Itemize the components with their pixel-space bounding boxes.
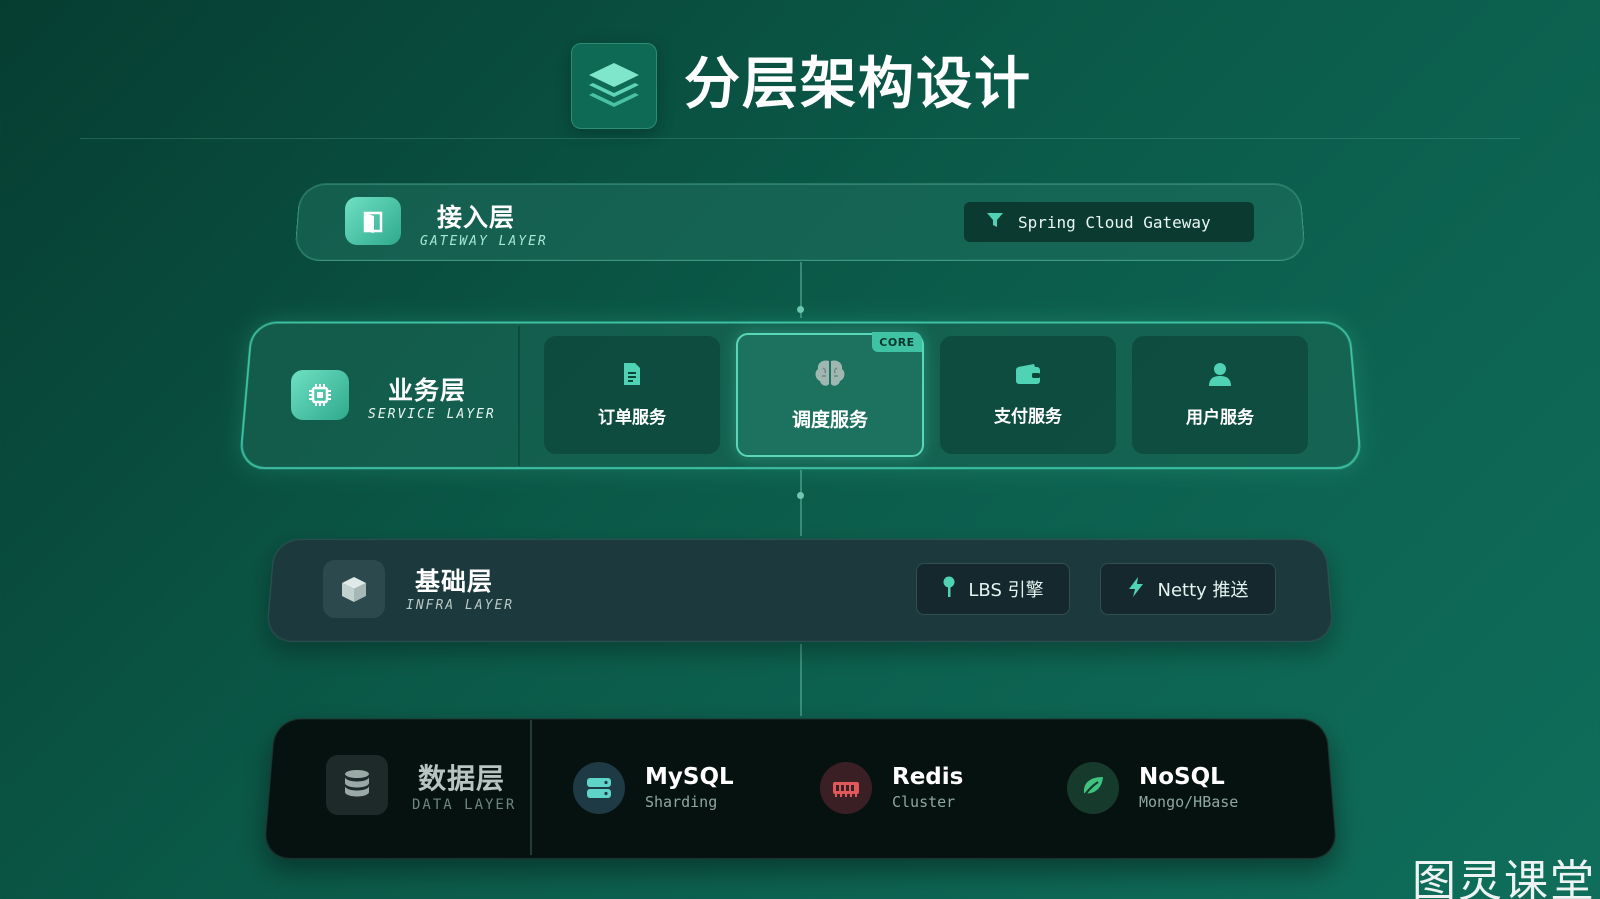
service-card-label: 支付服务 bbox=[994, 407, 1062, 427]
store-name: Redis bbox=[892, 764, 964, 790]
brain-icon bbox=[814, 358, 846, 393]
connector-infra-data bbox=[800, 644, 802, 716]
document-icon bbox=[622, 362, 642, 391]
bolt-icon bbox=[1127, 576, 1145, 603]
store-sub: Mongo/HBase bbox=[1139, 793, 1239, 811]
core-badge: CORE bbox=[872, 332, 922, 352]
store-nosql[interactable]: NoSQL Mongo/HBase bbox=[1067, 758, 1238, 818]
service-card-label: 用户服务 bbox=[1186, 408, 1254, 428]
service-card-payment[interactable]: 支付服务 bbox=[940, 336, 1116, 454]
service-divider bbox=[518, 326, 520, 466]
service-layer-heading: 业务层 SERVICE LAYER bbox=[368, 371, 496, 422]
gateway-layer-heading: 接入层 GATEWAY LAYER bbox=[420, 198, 548, 249]
service-layer-subtitle: SERVICE LAYER bbox=[368, 407, 496, 422]
service-card-label: 订单服务 bbox=[598, 408, 666, 428]
infra-layer-subtitle: INFRA LAYER bbox=[406, 598, 515, 613]
gateway-chip[interactable]: Spring Cloud Gateway bbox=[964, 202, 1254, 242]
server-icon bbox=[573, 762, 625, 814]
map-pin-icon bbox=[942, 576, 956, 603]
chip-icon bbox=[291, 370, 349, 420]
filter-icon bbox=[986, 212, 1004, 232]
connector-dot bbox=[797, 306, 804, 313]
user-icon bbox=[1208, 362, 1232, 391]
store-mysql[interactable]: MySQL Sharding bbox=[573, 758, 734, 818]
database-icon bbox=[326, 755, 388, 815]
data-layer-title: 数据层 bbox=[418, 762, 506, 795]
store-redis[interactable]: Redis Cluster bbox=[820, 758, 963, 818]
infra-chip-lbs[interactable]: LBS 引擎 bbox=[916, 563, 1070, 615]
store-name: MySQL bbox=[645, 764, 734, 790]
store-name: NoSQL bbox=[1139, 764, 1225, 790]
layers-icon bbox=[571, 43, 657, 129]
infra-chip-label: LBS 引擎 bbox=[968, 580, 1044, 601]
gateway-layer-subtitle: GATEWAY LAYER bbox=[420, 234, 548, 249]
infra-layer-heading: 基础层 INFRA LAYER bbox=[406, 562, 514, 613]
gateway-chip-label: Spring Cloud Gateway bbox=[1018, 212, 1211, 232]
connector-dot bbox=[797, 492, 804, 499]
service-card-order[interactable]: 订单服务 bbox=[544, 336, 720, 454]
cube-icon bbox=[323, 560, 385, 618]
leaf-icon bbox=[1067, 762, 1119, 814]
wallet-icon bbox=[1015, 363, 1041, 390]
infra-chip-label: Netty 推送 bbox=[1157, 580, 1249, 601]
store-sub: Cluster bbox=[892, 793, 956, 811]
infra-layer-title: 基础层 bbox=[415, 567, 494, 596]
service-layer-title: 业务层 bbox=[388, 376, 467, 405]
data-divider bbox=[530, 720, 532, 855]
service-card-label: 调度服务 bbox=[791, 409, 868, 431]
memory-icon bbox=[820, 762, 872, 814]
infra-chip-netty[interactable]: Netty 推送 bbox=[1100, 563, 1276, 615]
data-layer-subtitle: DATA LAYER bbox=[412, 797, 517, 813]
page-title: 分层架构设计 bbox=[684, 52, 1032, 117]
gateway-layer-title: 接入层 bbox=[437, 203, 516, 232]
watermark: 图灵课堂 bbox=[1412, 856, 1596, 899]
connector-service-infra bbox=[800, 470, 802, 536]
header-divider bbox=[80, 138, 1520, 139]
door-icon bbox=[345, 197, 401, 245]
service-card-user[interactable]: 用户服务 bbox=[1132, 336, 1308, 454]
store-sub: Sharding bbox=[645, 793, 718, 811]
data-layer-heading: 数据层 DATA LAYER bbox=[412, 757, 516, 813]
